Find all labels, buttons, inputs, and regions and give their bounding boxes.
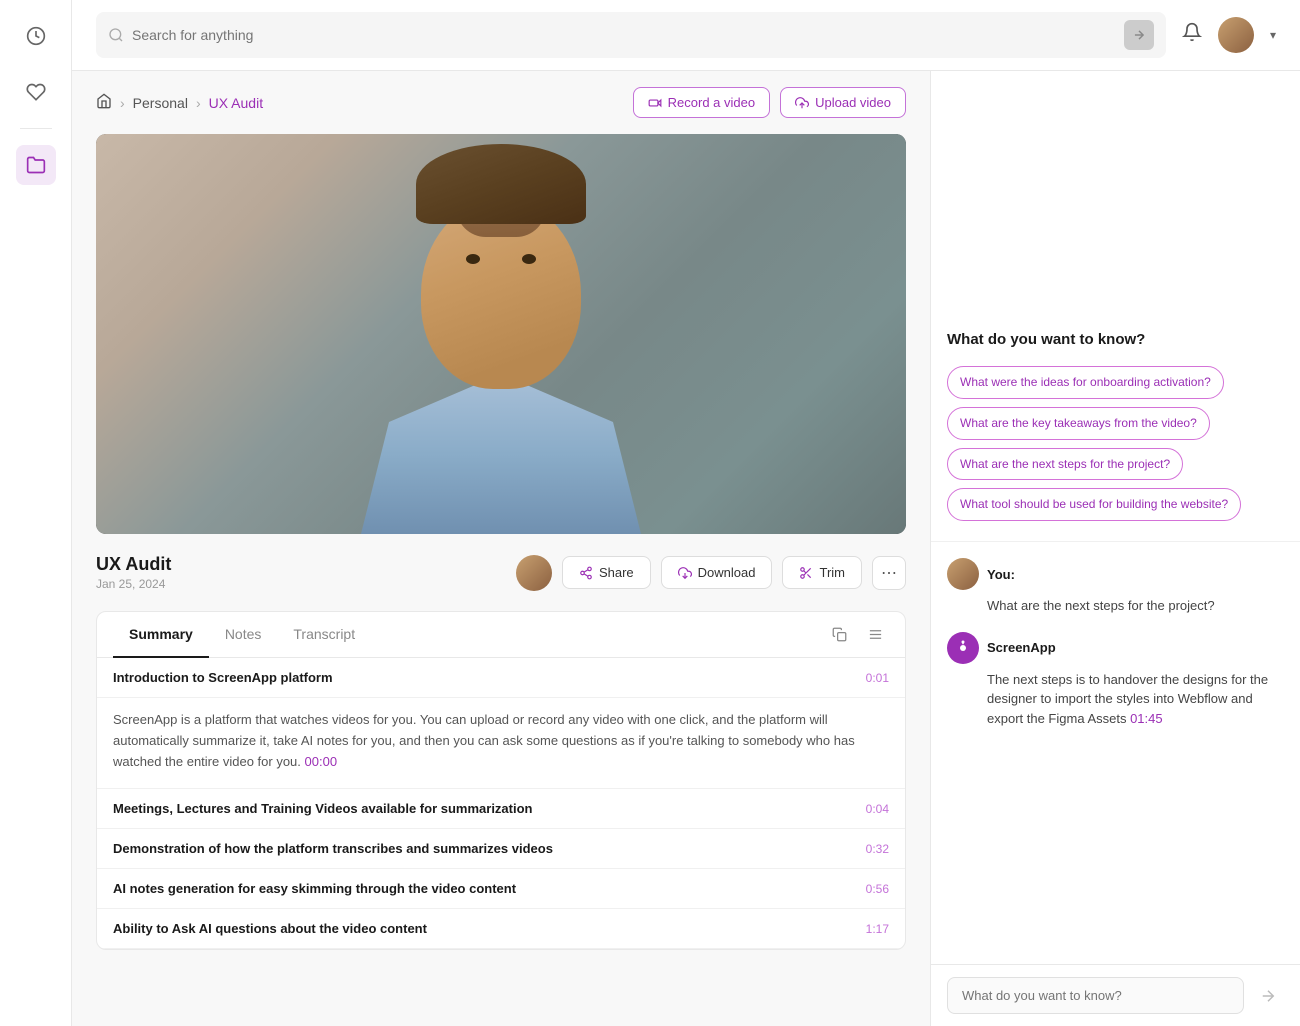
chat-input[interactable] — [947, 977, 1244, 1014]
summary-timestamp[interactable]: 1:17 — [866, 922, 889, 936]
chat-sender-user: You: — [947, 558, 1284, 590]
summary-row-title: Meetings, Lectures and Training Videos a… — [113, 801, 533, 816]
search-icon — [108, 27, 124, 43]
user-chat-text: What are the next steps for the project? — [947, 596, 1284, 616]
breadcrumb-current[interactable]: UX Audit — [209, 95, 263, 111]
video-actions: Share Download Trim ⋯ — [516, 555, 906, 591]
tab-transcript[interactable]: Transcript — [277, 612, 371, 658]
chat-messages: You: What are the next steps for the pro… — [931, 542, 1300, 964]
sidebar — [0, 0, 72, 1026]
trim-button[interactable]: Trim — [782, 556, 862, 589]
summary-timestamp[interactable]: 0:56 — [866, 882, 889, 896]
video-info: UX Audit Jan 25, 2024 Share Download — [96, 550, 906, 595]
ai-chat-avatar — [947, 632, 979, 664]
record-video-label: Record a video — [668, 95, 755, 110]
ai-title: What do you want to know? — [947, 331, 1284, 348]
breadcrumb-home-icon[interactable] — [96, 93, 112, 112]
sidebar-icon-folder[interactable] — [16, 145, 56, 185]
breadcrumb-sep2: › — [196, 95, 201, 111]
summary-row[interactable]: Ability to Ask AI questions about the vi… — [97, 909, 905, 949]
ai-chat-name: ScreenApp — [987, 640, 1056, 655]
suggestion-chip[interactable]: What are the key takeaways from the vide… — [947, 407, 1210, 440]
search-submit-button[interactable] — [1124, 20, 1154, 50]
sidebar-icon-history[interactable] — [16, 16, 56, 56]
summary-timestamp-link[interactable]: 00:00 — [305, 754, 338, 769]
notification-icon[interactable] — [1182, 22, 1202, 48]
suggestion-chip[interactable]: What tool should be used for building th… — [947, 488, 1241, 521]
video-date: Jan 25, 2024 — [96, 577, 171, 591]
copy-icon[interactable] — [825, 621, 853, 649]
summary-row-title: AI notes generation for easy skimming th… — [113, 881, 516, 896]
tabs-header: Summary Notes Transcript — [97, 612, 905, 658]
tab-notes[interactable]: Notes — [209, 612, 278, 658]
summary-body: ScreenApp is a platform that watches vid… — [97, 698, 905, 789]
summary-row-title: Introduction to ScreenApp platform — [113, 670, 333, 685]
breadcrumb-nav: › Personal › UX Audit — [96, 93, 263, 112]
download-button[interactable]: Download — [661, 556, 773, 589]
user-menu-chevron[interactable]: ▾ — [1270, 28, 1276, 42]
search-input[interactable] — [132, 27, 1116, 43]
suggestion-chip[interactable]: What are the next steps for the project? — [947, 448, 1183, 481]
breadcrumb-personal[interactable]: Personal — [133, 95, 188, 111]
more-options-button[interactable]: ⋯ — [872, 556, 906, 590]
tab-summary[interactable]: Summary — [113, 612, 209, 658]
suggestion-chip[interactable]: What were the ideas for onboarding activ… — [947, 366, 1224, 399]
summary-row[interactable]: Introduction to ScreenApp platform 0:01 — [97, 658, 905, 698]
breadcrumb-actions: Record a video Upload video — [633, 87, 906, 118]
chat-send-button[interactable] — [1252, 980, 1284, 1012]
ai-timestamp-link[interactable]: 01:45 — [1130, 711, 1163, 726]
summary-timestamp[interactable]: 0:04 — [866, 802, 889, 816]
summary-body-text: ScreenApp is a platform that watches vid… — [113, 710, 889, 772]
share-label: Share — [599, 565, 634, 580]
menu-icon[interactable] — [861, 621, 889, 649]
breadcrumb: › Personal › UX Audit Record a video Upl… — [96, 87, 906, 118]
summary-row-title: Demonstration of how the platform transc… — [113, 841, 553, 856]
summary-row[interactable]: Demonstration of how the platform transc… — [97, 829, 905, 869]
summary-row[interactable]: Meetings, Lectures and Training Videos a… — [97, 789, 905, 829]
summary-timestamp[interactable]: 0:01 — [866, 671, 889, 685]
chat-sender-ai: ScreenApp — [947, 632, 1284, 664]
share-button[interactable]: Share — [562, 556, 651, 589]
breadcrumb-sep1: › — [120, 95, 125, 111]
tabs-tools — [825, 621, 889, 649]
suggestions-list: What were the ideas for onboarding activ… — [947, 362, 1284, 525]
topbar: ▾ — [72, 0, 1300, 71]
main-content: ▾ › Personal › UX Audit — [72, 0, 1300, 1026]
chat-message-ai: ScreenApp The next steps is to handover … — [947, 632, 1284, 729]
upload-video-button[interactable]: Upload video — [780, 87, 906, 118]
summary-timestamp[interactable]: 0:32 — [866, 842, 889, 856]
ai-suggestions: What do you want to know? What were the … — [931, 71, 1300, 542]
upload-video-label: Upload video — [815, 95, 891, 110]
video-title: UX Audit — [96, 554, 171, 575]
download-label: Download — [698, 565, 756, 580]
topbar-actions: ▾ — [1182, 17, 1276, 53]
record-video-button[interactable]: Record a video — [633, 87, 770, 118]
user-chat-name: You: — [987, 567, 1015, 582]
sidebar-icon-favorites[interactable] — [16, 72, 56, 112]
summary-row[interactable]: AI notes generation for easy skimming th… — [97, 869, 905, 909]
trim-label: Trim — [819, 565, 845, 580]
tabs-container: Summary Notes Transcript — [96, 611, 906, 950]
summary-row-title: Ability to Ask AI questions about the vi… — [113, 921, 427, 936]
chat-message-user: You: What are the next steps for the pro… — [947, 558, 1284, 616]
search-box — [96, 12, 1166, 58]
user-avatar-topbar[interactable] — [1218, 17, 1254, 53]
summary-content: Introduction to ScreenApp platform 0:01 … — [97, 658, 905, 949]
right-panel: What do you want to know? What were the … — [930, 71, 1300, 1026]
content-area: › Personal › UX Audit Record a video Upl… — [72, 71, 1300, 1026]
sidebar-divider — [20, 128, 52, 129]
video-owner-avatar[interactable] — [516, 555, 552, 591]
chat-input-area — [931, 964, 1300, 1026]
user-chat-avatar — [947, 558, 979, 590]
video-player[interactable] — [96, 134, 906, 534]
left-panel: › Personal › UX Audit Record a video Upl… — [72, 71, 930, 1026]
video-title-block: UX Audit Jan 25, 2024 — [96, 554, 171, 591]
ai-chat-text: The next steps is to handover the design… — [947, 670, 1284, 729]
